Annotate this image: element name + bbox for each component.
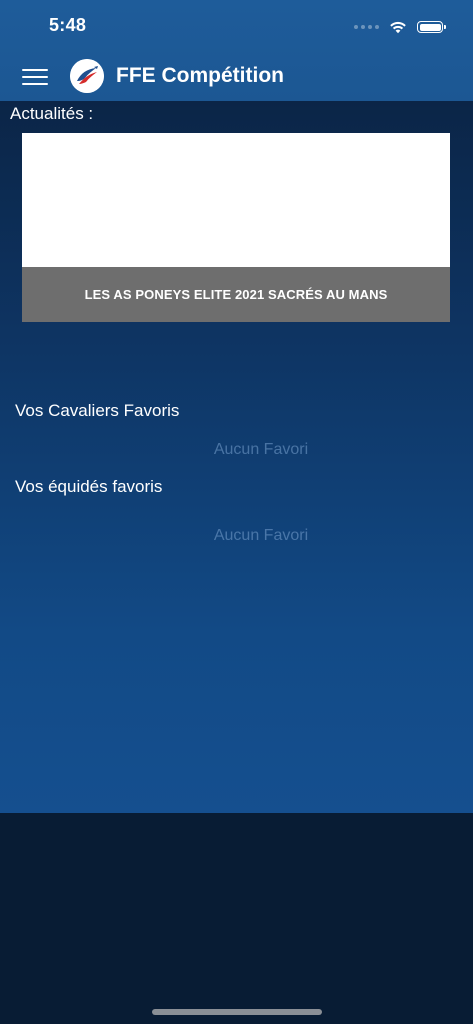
- home-indicator[interactable]: [152, 1009, 322, 1015]
- news-card[interactable]: LES AS PONEYS ELITE 2021 SACRÉS AU MANS: [22, 133, 450, 322]
- favorite-riders-title: Vos Cavaliers Favoris: [15, 401, 180, 420]
- cellular-signal-icon: [354, 25, 379, 29]
- hamburger-menu-icon: [22, 69, 48, 71]
- favorite-horses-title: Vos équidés favoris: [15, 477, 163, 496]
- battery-icon: [417, 21, 446, 33]
- top-bar: 5:48 FFE Compétition: [0, 0, 473, 101]
- status-icons: [354, 17, 446, 37]
- wifi-icon: [390, 21, 406, 34]
- app-title: FFE Compétition: [116, 64, 284, 87]
- menu-button[interactable]: [22, 66, 48, 86]
- home-content: Actualités : LES AS PONEYS ELITE 2021 SA…: [0, 101, 473, 813]
- bottom-area: [0, 813, 473, 1024]
- app-screen: 5:48 FFE Compétition Actualités: LES AS…: [0, 0, 473, 1024]
- favorite-riders-empty: Aucun Favori: [213, 441, 309, 458]
- ffe-horse-logo-icon: [70, 59, 104, 93]
- status-time: 5:48: [49, 15, 87, 35]
- news-caption: LES AS PONEYS ELITE 2021 SACRÉS AU MANS: [22, 267, 450, 322]
- news-section-title: Actualités :: [10, 104, 94, 123]
- favorite-horses-empty: Aucun Favori: [213, 527, 309, 544]
